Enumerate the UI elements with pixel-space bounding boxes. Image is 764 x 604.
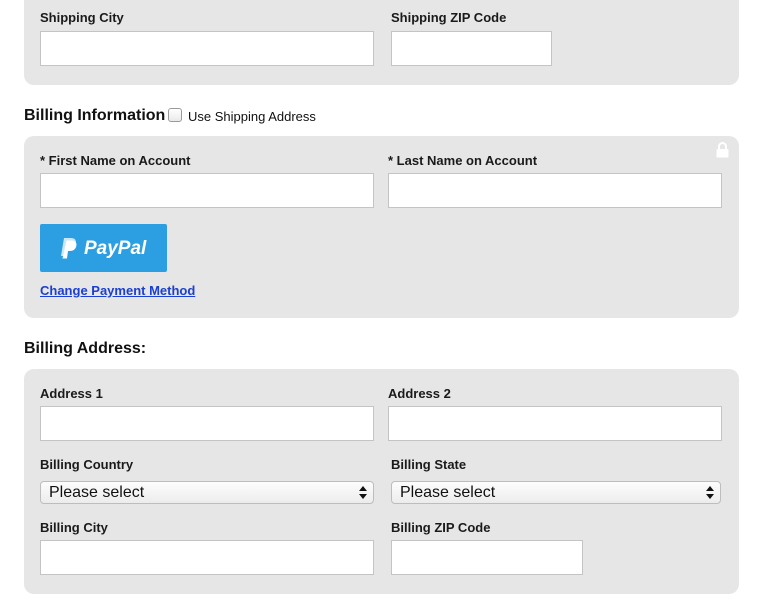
shipping-zip-input[interactable] [391,31,552,66]
billing-country-select[interactable]: Please select [40,481,374,504]
select-arrows-icon [359,486,367,499]
paypal-label: PayPal [84,238,147,259]
billing-zip-input[interactable] [391,540,583,575]
shipping-city-label: Shipping City [40,10,124,25]
lock-icon [716,142,729,158]
use-shipping-address-label[interactable]: Use Shipping Address [188,109,316,124]
shipping-city-input[interactable] [40,31,374,66]
address2-label: Address 2 [388,386,451,401]
billing-city-label: Billing City [40,520,108,535]
billing-address-title: Billing Address: [24,340,147,357]
paypal-p-icon [61,238,77,259]
first-name-label: * First Name on Account [40,153,191,168]
shipping-zip-label: Shipping ZIP Code [391,10,507,25]
address2-input[interactable] [388,406,722,441]
billing-country-label: Billing Country [40,457,134,472]
change-payment-method-link[interactable]: Change Payment Method [40,283,195,298]
billing-state-label: Billing State [391,457,467,472]
last-name-label: * Last Name on Account [388,153,538,168]
billing-city-input[interactable] [40,540,374,575]
use-shipping-address-checkbox[interactable] [168,108,182,122]
address1-input[interactable] [40,406,374,441]
billing-state-select[interactable]: Please select [391,481,721,504]
paypal-button[interactable]: PayPal [40,224,167,272]
first-name-input[interactable] [40,173,374,208]
billing-country-value: Please select [49,484,145,501]
billing-zip-label: Billing ZIP Code [391,520,491,535]
billing-information-title: Billing Information [24,107,166,124]
last-name-input[interactable] [388,173,722,208]
select-arrows-icon [706,486,714,499]
billing-state-value: Please select [400,484,496,501]
address1-label: Address 1 [40,386,103,401]
